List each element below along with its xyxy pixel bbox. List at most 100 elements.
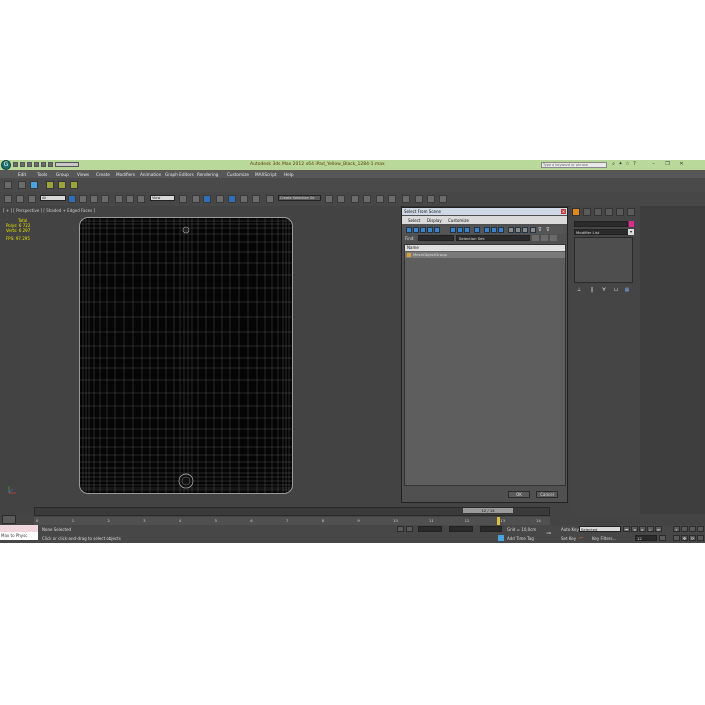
display-shapes-icon[interactable] bbox=[413, 227, 419, 233]
communication-center-icon[interactable]: ✦ bbox=[617, 161, 624, 168]
minimize-icon[interactable]: – bbox=[650, 161, 657, 168]
redo-scene-icon[interactable] bbox=[18, 181, 26, 189]
select-none-icon[interactable] bbox=[515, 227, 521, 233]
render-production-icon[interactable] bbox=[439, 195, 447, 203]
menu-graph-editors[interactable]: Graph Editors bbox=[165, 172, 194, 177]
align-icon[interactable] bbox=[337, 195, 345, 203]
display-lights-icon[interactable] bbox=[420, 227, 426, 233]
selection-lock-icon[interactable] bbox=[397, 526, 404, 532]
menu-create[interactable]: Create bbox=[96, 172, 110, 177]
dialog-close-icon[interactable]: ✕ bbox=[561, 209, 566, 214]
select-manipulate-icon[interactable] bbox=[192, 195, 200, 203]
display-tab-icon[interactable] bbox=[616, 208, 624, 216]
search-input[interactable]: Type a keyword or phrase bbox=[541, 162, 607, 168]
absolute-mode-icon[interactable] bbox=[406, 526, 413, 532]
menu-modifiers[interactable]: Modifiers bbox=[116, 172, 135, 177]
zoom-all-icon[interactable] bbox=[681, 526, 688, 532]
spinner-snap-icon[interactable] bbox=[252, 195, 260, 203]
modifier-list-dropdown[interactable]: Modifier List bbox=[574, 229, 634, 235]
new-file-icon[interactable] bbox=[13, 162, 18, 167]
dialog-menu-display[interactable]: Display bbox=[427, 218, 442, 223]
unlink-icon[interactable] bbox=[46, 181, 54, 189]
menu-maxscript[interactable]: MAXScript bbox=[255, 172, 277, 177]
select-and-link-icon[interactable] bbox=[4, 195, 12, 203]
undo-scene-icon[interactable] bbox=[4, 181, 12, 189]
angle-snap-icon[interactable] bbox=[228, 195, 236, 203]
set-keys-icon[interactable]: ⌐ bbox=[579, 535, 587, 542]
go-to-start-icon[interactable]: ⏮ bbox=[623, 526, 630, 532]
pivot-center-icon[interactable] bbox=[179, 195, 187, 203]
column-header-name[interactable]: Name bbox=[405, 245, 565, 251]
x-coordinate-field[interactable] bbox=[418, 526, 442, 532]
display-groups-icon[interactable] bbox=[457, 227, 463, 233]
rectangular-selection-icon[interactable] bbox=[90, 195, 98, 203]
tablet-wireframe-model[interactable] bbox=[79, 217, 293, 494]
restore-icon[interactable]: ❐ bbox=[664, 161, 671, 168]
percent-snap-icon[interactable] bbox=[240, 195, 248, 203]
schematic-view-icon[interactable] bbox=[388, 195, 396, 203]
display-xrefs-icon[interactable] bbox=[464, 227, 470, 233]
scale-icon[interactable] bbox=[137, 195, 145, 203]
bind-space-warp-icon[interactable] bbox=[58, 181, 66, 189]
pan-view-icon[interactable]: ✥ bbox=[681, 535, 688, 541]
find-options-icon[interactable] bbox=[550, 235, 557, 241]
close-icon[interactable]: ✕ bbox=[678, 161, 685, 168]
filter-icon[interactable]: ⊽ bbox=[538, 227, 544, 233]
menu-help[interactable]: Help bbox=[284, 172, 294, 177]
scene-object-list[interactable]: Name MeshObjectGroup bbox=[404, 244, 566, 486]
bind-icon[interactable] bbox=[28, 195, 36, 203]
maximize-viewport-icon[interactable] bbox=[697, 535, 704, 541]
dialog-menu-select[interactable]: Select bbox=[408, 218, 420, 223]
zoom-extents-icon[interactable] bbox=[689, 526, 696, 532]
object-color-swatch[interactable] bbox=[629, 221, 634, 227]
zoom-icon[interactable]: ⌕ bbox=[673, 526, 680, 532]
dialog-menu-customize[interactable]: Customize bbox=[448, 218, 469, 223]
find-input[interactable] bbox=[418, 235, 454, 241]
display-spacewarps-icon[interactable] bbox=[450, 227, 456, 233]
link-icon[interactable] bbox=[70, 181, 78, 189]
select-object-icon[interactable] bbox=[68, 195, 76, 203]
move-icon[interactable] bbox=[115, 195, 123, 203]
find-case-sensitive-icon[interactable] bbox=[541, 235, 548, 241]
sync-selection-icon[interactable] bbox=[530, 227, 536, 233]
display-geometry-icon[interactable] bbox=[406, 227, 412, 233]
menu-tools[interactable]: Tools bbox=[37, 172, 47, 177]
selection-set-dropdown[interactable]: Selection Set: bbox=[456, 235, 530, 241]
add-time-tag[interactable]: Add Time Tag bbox=[507, 536, 534, 541]
display-cameras-icon[interactable] bbox=[427, 227, 433, 233]
maxscript-listener-output[interactable] bbox=[0, 525, 38, 532]
motion-tab-icon[interactable] bbox=[605, 208, 613, 216]
next-frame-icon[interactable]: ▹ bbox=[647, 526, 654, 532]
object-name-field[interactable] bbox=[574, 221, 628, 227]
ok-button[interactable]: OK bbox=[508, 491, 530, 498]
rendered-frame-window-icon[interactable] bbox=[427, 195, 435, 203]
graphite-modeling-icon[interactable] bbox=[363, 195, 371, 203]
field-of-view-icon[interactable] bbox=[673, 535, 680, 541]
play-icon[interactable]: ▸ bbox=[639, 526, 646, 532]
time-slider-thumb[interactable]: 12 / 14 bbox=[463, 508, 513, 513]
selection-set-options-icon[interactable] bbox=[532, 235, 539, 241]
save-file-icon[interactable] bbox=[27, 162, 32, 167]
configure-modifier-sets-icon[interactable]: ▦ bbox=[624, 287, 630, 293]
reference-coordinate-dropdown[interactable]: View bbox=[150, 195, 175, 201]
open-file-icon[interactable] bbox=[20, 162, 25, 167]
mirror-icon[interactable] bbox=[325, 195, 333, 203]
current-frame-field[interactable]: 12 bbox=[635, 535, 657, 541]
display-children-icon[interactable]: ⊽ bbox=[546, 227, 552, 233]
utilities-tab-icon[interactable] bbox=[627, 208, 635, 216]
render-setup-icon[interactable] bbox=[415, 195, 423, 203]
menu-rendering[interactable]: Rendering bbox=[197, 172, 218, 177]
display-helpers-icon[interactable] bbox=[434, 227, 440, 233]
edit-named-selection-icon[interactable] bbox=[266, 195, 274, 203]
keyboard-shortcut-toggle-icon[interactable] bbox=[203, 195, 211, 203]
show-end-result-icon[interactable]: ‖ bbox=[589, 287, 595, 293]
hierarchy-tab-icon[interactable] bbox=[594, 208, 602, 216]
display-invert-icon[interactable] bbox=[498, 227, 504, 233]
time-tag-icon[interactable] bbox=[498, 535, 504, 541]
rotate-icon[interactable] bbox=[126, 195, 134, 203]
auto-key-button[interactable]: Auto Key bbox=[561, 527, 579, 532]
chevron-down-icon[interactable]: ▾ bbox=[628, 229, 634, 235]
modify-tab-icon[interactable] bbox=[583, 208, 591, 216]
viewport-label[interactable]: [ + ] [ Perspective ] [ Shaded + Edged F… bbox=[3, 208, 95, 213]
project-folder-icon[interactable] bbox=[48, 162, 53, 167]
